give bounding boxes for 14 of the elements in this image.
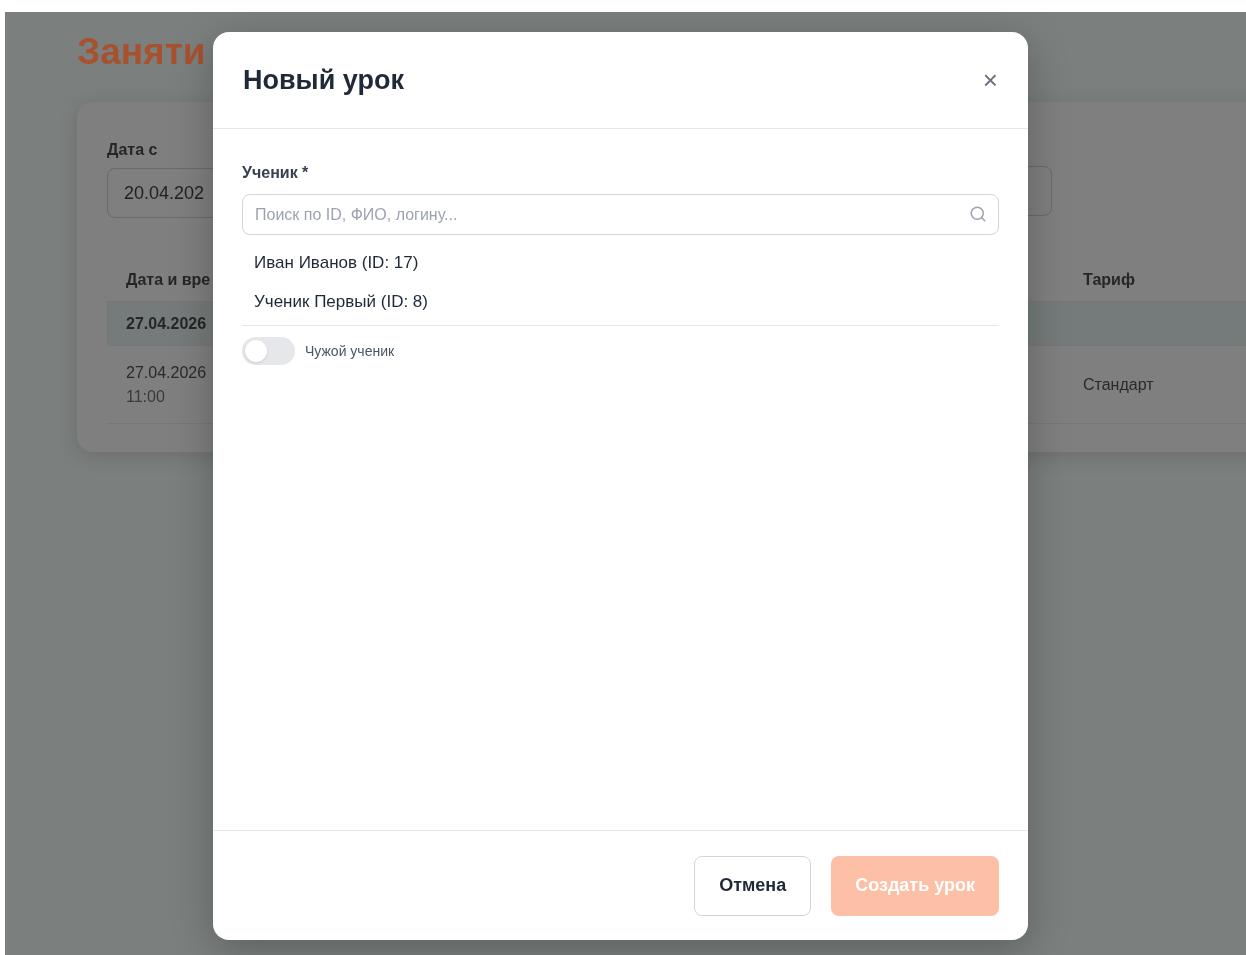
dialog-title: Новый урок [243,63,404,97]
search-icon [969,205,987,223]
close-button[interactable]: × [982,67,998,93]
search-field[interactable]: Поиск по ID, ФИО, логину... [242,194,999,235]
cancel-button[interactable]: Отмена [694,855,812,916]
column-header: Тариф [1083,269,1135,290]
student-option[interactable]: Иван Иванов (ID: 17) [242,243,999,282]
column-header: Дата и вре [125,269,212,290]
toggle-switch[interactable] [242,337,295,365]
field-label: Дата с [107,140,158,160]
table-cell-text: 27.04.2026 [126,362,207,383]
table-cell-text: Стандарт [1083,374,1154,395]
page-title: Заняти [77,30,206,74]
table-cell-text: 11:00 [126,386,165,407]
